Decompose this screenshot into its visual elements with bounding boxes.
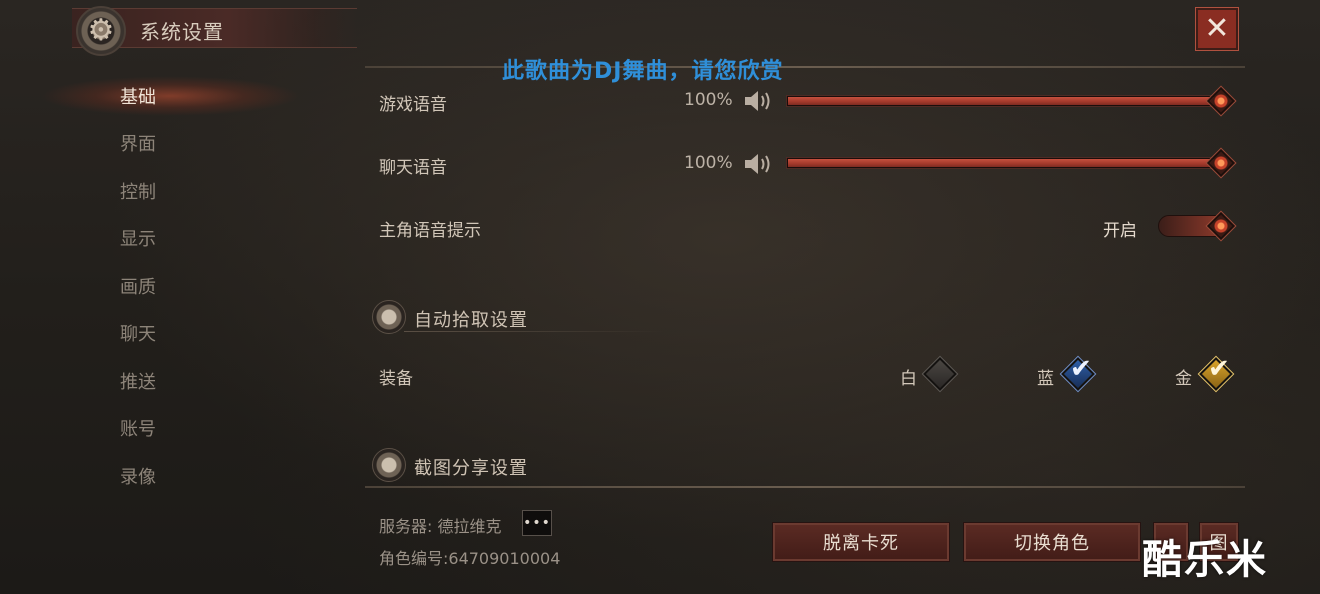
sidebar-item-label: 界面 xyxy=(120,134,156,155)
speaker-icon[interactable] xyxy=(743,88,773,114)
sidebar-item-label: 显示 xyxy=(120,229,156,250)
game-voice-slider[interactable] xyxy=(787,96,1227,106)
sidebar-item-label: 控制 xyxy=(120,182,156,203)
hero-voice-hint-label: 主角语音提示 xyxy=(379,221,481,241)
sidebar-item-graphics[interactable]: 画质 xyxy=(40,266,300,306)
sidebar-item-label: 账号 xyxy=(120,419,156,440)
pickup-blue-label: 蓝 xyxy=(1037,369,1054,389)
chat-voice-slider-fill xyxy=(788,159,1226,167)
speaker-icon[interactable] xyxy=(743,151,773,177)
switch-role-button-label: 切换角色 xyxy=(1014,533,1090,554)
chat-voice-slider-knob[interactable] xyxy=(1205,147,1237,179)
close-button[interactable]: ✕ xyxy=(1195,7,1239,51)
hero-voice-hint-state: 开启 xyxy=(1103,221,1137,241)
game-voice-slider-fill xyxy=(788,97,1226,105)
sidebar-item-recording[interactable]: 录像 xyxy=(40,456,300,496)
scroll-icon xyxy=(372,448,406,482)
pickup-gold-label: 金 xyxy=(1175,369,1192,389)
page-title: 系统设置 xyxy=(140,20,224,44)
close-icon: ✕ xyxy=(1204,11,1230,46)
pickup-white-label: 白 xyxy=(900,369,917,389)
game-voice-slider-knob[interactable] xyxy=(1205,85,1237,117)
sidebar-item-push[interactable]: 推送 xyxy=(40,361,300,401)
game-voice-label: 游戏语音 xyxy=(379,95,447,115)
chat-voice-label: 聊天语音 xyxy=(379,158,447,178)
role-id: 角色编号:64709010004 xyxy=(379,549,561,568)
site-watermark: 酷乐米 xyxy=(1142,537,1268,583)
sidebar-item-label: 基础 xyxy=(120,87,156,108)
music-watermark: 此歌曲为DJ舞曲，请您欣赏 xyxy=(502,59,784,84)
settings-gear-icon: ⚙ xyxy=(76,6,126,56)
more-button[interactable]: ••• xyxy=(522,510,552,536)
unstuck-button-label: 脱离卡死 xyxy=(823,533,899,554)
unstuck-button[interactable]: 脱离卡死 xyxy=(772,522,950,562)
sidebar-item-account[interactable]: 账号 xyxy=(40,408,300,448)
pickup-gold-checkbox[interactable] xyxy=(1197,355,1235,393)
pickup-white-checkbox[interactable] xyxy=(921,355,959,393)
top-divider xyxy=(365,66,1245,68)
sidebar-item-control[interactable]: 控制 xyxy=(40,171,300,211)
sidebar-item-display[interactable]: 显示 xyxy=(40,218,300,258)
more-icon: ••• xyxy=(523,515,551,531)
server-info: 服务器: 德拉维克 xyxy=(379,517,502,536)
sidebar-item-label: 录像 xyxy=(120,467,156,488)
scroll-icon xyxy=(372,300,406,334)
sidebar-item-label: 推送 xyxy=(120,372,156,393)
pickup-blue-checkbox[interactable] xyxy=(1059,355,1097,393)
sidebar-item-basic[interactable]: 基础 xyxy=(40,76,300,116)
equipment-label: 装备 xyxy=(379,369,413,389)
screenshot-share-section-title: 截图分享设置 xyxy=(414,458,528,479)
auto-pickup-section-title: 自动拾取设置 xyxy=(414,310,528,331)
section-underline xyxy=(404,331,664,332)
chat-voice-slider[interactable] xyxy=(787,158,1227,168)
sidebar-item-label: 聊天 xyxy=(120,324,156,345)
switch-role-button[interactable]: 切换角色 xyxy=(963,522,1141,562)
sidebar-item-interface[interactable]: 界面 xyxy=(40,123,300,163)
sidebar-item-label: 画质 xyxy=(120,277,156,298)
chat-voice-percent: 100% xyxy=(684,153,733,173)
game-voice-percent: 100% xyxy=(684,90,733,110)
sidebar-item-chat[interactable]: 聊天 xyxy=(40,313,300,353)
bottom-divider xyxy=(365,486,1245,488)
